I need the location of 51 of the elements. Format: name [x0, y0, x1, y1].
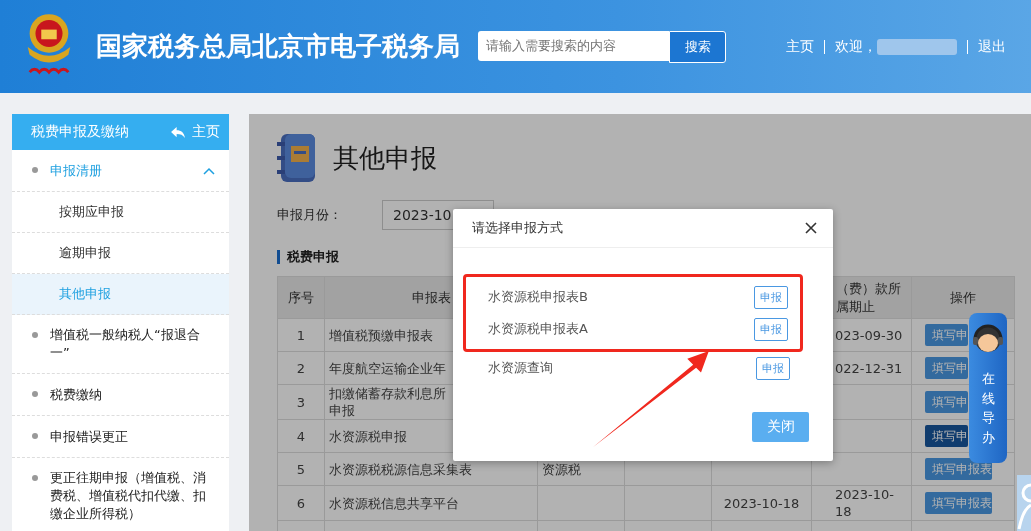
site-title: 国家税务总局北京市电子税务局 [96, 30, 460, 63]
declare-button[interactable]: 申报 [756, 356, 790, 380]
sidebar-title: 税费申报及缴纳 [31, 123, 129, 141]
column-header: 操作 [911, 276, 1015, 319]
table-cell-line: 申报 [329, 402, 355, 419]
bullet-icon [32, 391, 38, 397]
online-guide-widget[interactable]: 在线导办 [969, 313, 1007, 463]
sidebar-item[interactable]: 增值税一般纳税人“报退合一” [12, 315, 229, 374]
fill-form-button[interactable]: 填写申 [925, 425, 968, 447]
table-cell: 2 [277, 351, 325, 385]
table-cell: 2023-10-18 [811, 485, 912, 521]
sidebar-subitem[interactable]: 其他申报 [12, 274, 229, 315]
close-button[interactable]: 关闭 [752, 412, 809, 442]
search-field[interactable]: 请输入需要搜索的内容 [478, 30, 669, 61]
fill-form-button[interactable]: 填写申 [925, 357, 968, 379]
fill-form-button[interactable]: 填写申 [925, 324, 968, 346]
table-cell: 2023-10-18 [711, 485, 812, 521]
bullet-icon [32, 167, 38, 173]
page-title: 其他申报 [333, 141, 437, 175]
bullet-icon [32, 433, 38, 439]
sidebar-item[interactable]: 申报清册 [12, 150, 229, 192]
home-link[interactable]: 主页 [171, 123, 220, 141]
table-cell: 4 [277, 419, 325, 453]
logout-link[interactable]: 退出 [978, 37, 1006, 56]
fill-form-button[interactable]: 填写申 [925, 391, 968, 413]
sidebar-item[interactable]: 申报错误更正 [12, 416, 229, 458]
month-label: 申报月份： [277, 206, 342, 224]
sidebar-item[interactable]: 税费缴纳 [12, 374, 229, 416]
sidebar-subitem[interactable]: 按期应申报 [12, 192, 229, 233]
fill-form-button[interactable]: 填写申报表 [925, 492, 992, 514]
widget-label: 在线导办 [981, 370, 995, 447]
back-arrow-icon [171, 125, 186, 139]
table-cell: 1 [277, 318, 325, 352]
column-header: 序号 [277, 276, 325, 319]
fill-form-button[interactable]: 填写申报表 [925, 458, 992, 480]
chevron-icon [203, 166, 215, 175]
home-link[interactable]: 主页 [786, 37, 814, 56]
notebook-icon [277, 132, 317, 184]
search-button[interactable]: 搜索 [669, 30, 726, 63]
table-cell: 6 [277, 485, 325, 521]
bullet-icon [32, 475, 38, 481]
close-icon[interactable] [805, 222, 817, 234]
welcome-text: 欢迎， [835, 37, 877, 56]
table-cell: 3 [277, 384, 325, 420]
table-cell: 水资源税信息共享平台 [324, 485, 538, 521]
table-cell-line: 扣缴储蓄存款利息所 [329, 385, 446, 402]
declare-button[interactable]: 申报 [754, 285, 788, 309]
bullet-icon [32, 332, 38, 338]
table-cell: 5 [277, 452, 325, 486]
sidebar-item[interactable]: 更正往期申报（增值税、消费税、增值税代扣代缴、扣缴企业所得税） [12, 458, 229, 531]
declare-button[interactable]: 申报 [754, 317, 788, 341]
